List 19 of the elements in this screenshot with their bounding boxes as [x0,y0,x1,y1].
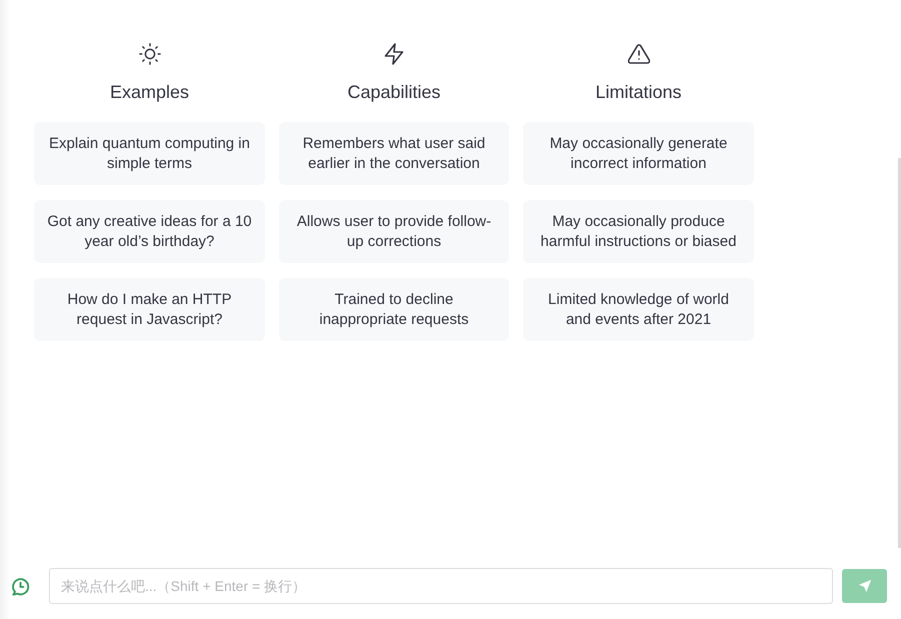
example-prompt-card[interactable]: Explain quantum computing in simple terms [34,122,265,185]
chat-history-icon[interactable] [11,576,30,596]
example-prompt-card[interactable]: How do I make an HTTP request in Javascript? [34,278,265,341]
sun-icon [138,43,160,65]
column-heading: Examples [110,81,190,104]
example-prompt-card[interactable]: Got any creative ideas for a 10 year old’s birthday? [34,200,265,263]
lightning-bolt-icon [383,43,405,65]
column-heading: Capabilities [347,81,441,104]
paper-plane-icon [858,579,872,593]
scrollbar-thumb[interactable] [898,158,901,548]
info-card: May occasionally generate incorrect information [523,122,754,185]
info-card: Allows user to provide follow-up corrections [279,200,509,263]
column-heading: Limitations [595,81,682,104]
warning-icon [628,43,650,65]
message-input[interactable]: 来说点什么吧...（Shift + Enter = 换行） [49,568,833,604]
info-card: Limited knowledge of world and events after 2021 [523,278,754,341]
info-card: May occasionally produce harmful instructions or biased [523,200,754,263]
info-card: Remembers what user said earlier in the conversation [279,122,509,185]
info-card: Trained to decline inappropriate requests [279,278,509,341]
